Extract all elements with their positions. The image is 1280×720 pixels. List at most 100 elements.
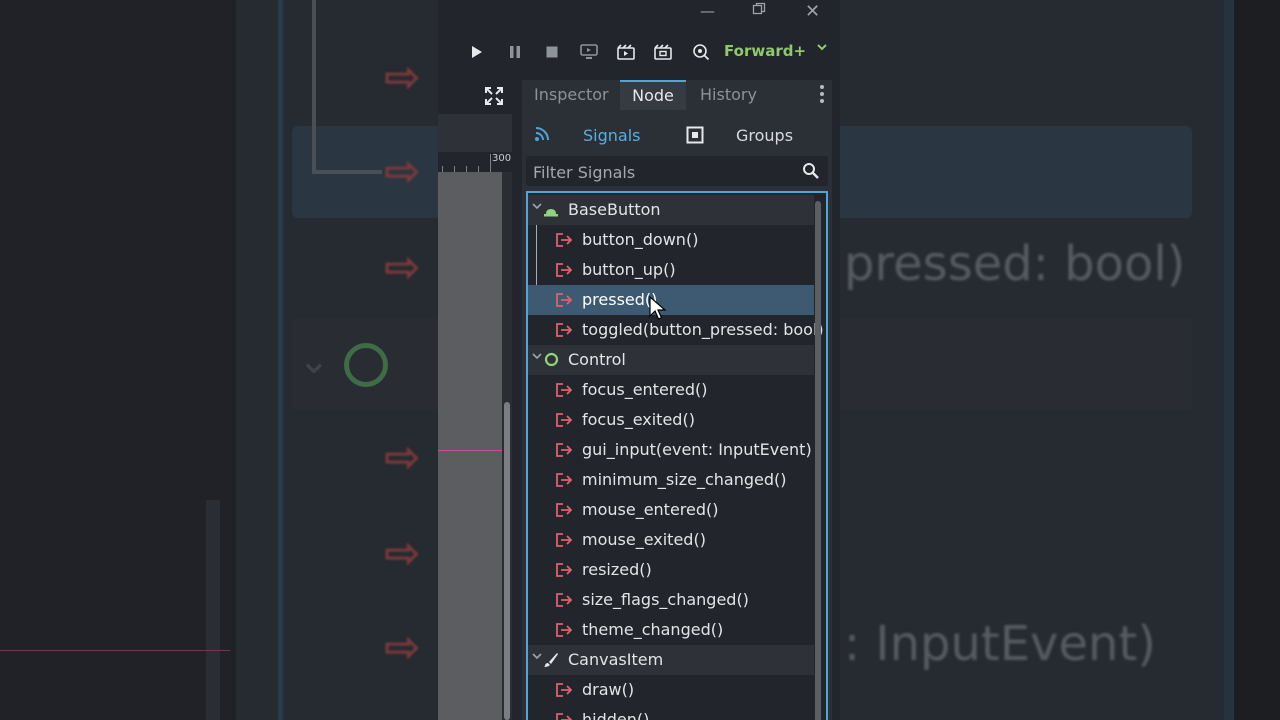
background-scrollbar bbox=[206, 500, 220, 720]
signal-row[interactable]: button_up() bbox=[528, 255, 814, 285]
signal-icon bbox=[534, 126, 550, 146]
background-chevron: ⌄ bbox=[298, 338, 330, 382]
signal-arrow-icon bbox=[556, 713, 573, 720]
signal-label: toggled(button_pressed: bool) bbox=[582, 320, 824, 339]
signal-arrow-icon bbox=[556, 563, 573, 577]
signal-row[interactable]: resized() bbox=[528, 555, 814, 585]
dock-menu-icon[interactable] bbox=[820, 84, 824, 109]
signal-row[interactable]: size_flags_changed() bbox=[528, 585, 814, 615]
category-row-basebutton[interactable]: BaseButton bbox=[528, 195, 814, 225]
renderer-dropdown[interactable]: Forward+ bbox=[724, 42, 806, 60]
background-control-icon bbox=[344, 343, 388, 387]
movie-maker-button[interactable] bbox=[686, 34, 716, 70]
play-custom-scene-button[interactable] bbox=[648, 34, 678, 70]
signal-arrow-icon bbox=[556, 473, 573, 487]
background-signal-text: pressed: bool) bbox=[844, 236, 1186, 292]
play-button[interactable] bbox=[462, 34, 492, 70]
background-signal-icon: ⇨ bbox=[384, 432, 421, 483]
signal-arrow-icon bbox=[556, 233, 573, 247]
node-subtabs: Signals Groups bbox=[522, 120, 832, 152]
background-signal-icon: ⇨ bbox=[384, 52, 421, 103]
scrollbar-thumb[interactable] bbox=[504, 402, 510, 720]
signal-row[interactable]: mouse_exited() bbox=[528, 525, 814, 555]
background-left-area bbox=[0, 0, 236, 720]
signal-label: mouse_exited() bbox=[582, 530, 706, 549]
maximize-icon[interactable] bbox=[752, 2, 766, 20]
viewport-toolbar bbox=[438, 114, 512, 154]
signal-label: draw() bbox=[582, 680, 635, 699]
chevron-down-icon[interactable] bbox=[816, 41, 828, 57]
signal-row[interactable]: button_down() bbox=[528, 225, 814, 255]
stop-button[interactable] bbox=[537, 34, 567, 70]
search-icon bbox=[803, 163, 819, 179]
signal-row[interactable]: minimum_size_changed() bbox=[528, 465, 814, 495]
signal-row[interactable]: focus_exited() bbox=[528, 405, 814, 435]
dock-tabs: Inspector Node History bbox=[522, 80, 832, 110]
ruler-label: 300 bbox=[492, 153, 512, 164]
clapperboard-custom-icon bbox=[654, 44, 672, 60]
background-rail bbox=[236, 0, 282, 720]
background-tree-line-h bbox=[312, 170, 382, 174]
signal-label: focus_exited() bbox=[582, 410, 695, 429]
signal-label: focus_entered() bbox=[582, 380, 708, 399]
signal-row[interactable]: hidden() bbox=[528, 705, 814, 720]
node-dock: Inspector Node History Signals Groups Fi… bbox=[522, 80, 832, 720]
category-label: Control bbox=[568, 350, 626, 369]
chevron-down-icon[interactable] bbox=[532, 350, 542, 365]
chevron-down-icon[interactable] bbox=[532, 200, 542, 215]
fullscreen-icon[interactable] bbox=[484, 86, 506, 108]
chevron-down-icon[interactable] bbox=[532, 650, 542, 665]
close-icon[interactable]: ✕ bbox=[805, 1, 820, 22]
signal-row[interactable]: draw() bbox=[528, 675, 814, 705]
play-scene-button[interactable] bbox=[611, 34, 641, 70]
signal-label: button_down() bbox=[582, 230, 699, 249]
pause-button[interactable] bbox=[500, 34, 530, 70]
remote-debug-button[interactable] bbox=[574, 34, 604, 70]
category-row-control[interactable]: Control bbox=[528, 345, 814, 375]
background-signal-icon: ⇨ bbox=[384, 242, 421, 293]
filter-signals-input[interactable] bbox=[526, 156, 805, 188]
signal-label: resized() bbox=[582, 560, 652, 579]
stop-icon bbox=[546, 46, 558, 58]
category-label: BaseButton bbox=[568, 200, 661, 219]
signal-row[interactable]: focus_entered() bbox=[528, 375, 814, 405]
canvas-area[interactable] bbox=[438, 172, 502, 720]
signal-arrow-icon bbox=[556, 323, 573, 337]
tab-history[interactable]: History bbox=[700, 80, 757, 110]
background-tree-line bbox=[312, 0, 316, 172]
background-right-area bbox=[1234, 0, 1280, 720]
signal-row[interactable]: toggled(button_pressed: bool) bbox=[528, 315, 824, 345]
tab-node[interactable]: Node bbox=[620, 80, 686, 110]
signal-arrow-icon bbox=[556, 683, 573, 697]
signal-row[interactable]: mouse_entered() bbox=[528, 495, 814, 525]
tree-scrollbar[interactable] bbox=[815, 201, 821, 720]
tab-inspector[interactable]: Inspector bbox=[534, 80, 609, 110]
background-rail-right bbox=[1224, 0, 1234, 720]
guide-line bbox=[438, 450, 502, 451]
signal-arrow-icon bbox=[556, 533, 573, 547]
pause-icon bbox=[510, 46, 520, 58]
signal-row[interactable]: theme_changed() bbox=[528, 615, 814, 645]
category-row-canvasitem[interactable]: CanvasItem bbox=[528, 645, 814, 675]
viewport-scrollbar[interactable] bbox=[502, 172, 512, 720]
signals-tree[interactable]: BaseButton button_down() button_up() pre… bbox=[526, 191, 828, 720]
minimize-icon[interactable]: — bbox=[700, 2, 715, 20]
signal-label: mouse_entered() bbox=[582, 500, 719, 519]
title-bar: — ✕ bbox=[438, 0, 840, 24]
signal-arrow-icon bbox=[556, 593, 573, 607]
signal-row[interactable]: gui_input(event: InputEvent) bbox=[528, 435, 814, 465]
signal-row-selected[interactable]: pressed() bbox=[528, 285, 814, 315]
clapperboard-icon bbox=[617, 44, 635, 60]
signal-arrow-icon bbox=[556, 443, 573, 457]
subtab-signals[interactable]: Signals bbox=[583, 126, 640, 145]
signal-arrow-icon bbox=[556, 623, 573, 637]
editor-window: — ✕ Forward+ 300 Inspector Node History … bbox=[438, 0, 840, 720]
category-label: CanvasItem bbox=[568, 650, 664, 669]
mouse-cursor-icon bbox=[649, 296, 667, 320]
brush-icon bbox=[543, 652, 559, 672]
run-toolbar: Forward+ bbox=[438, 34, 840, 72]
movie-maker-icon bbox=[693, 44, 710, 61]
filter-signals-field[interactable] bbox=[526, 156, 828, 188]
background-guide-line bbox=[0, 650, 230, 651]
subtab-groups[interactable]: Groups bbox=[736, 126, 793, 145]
